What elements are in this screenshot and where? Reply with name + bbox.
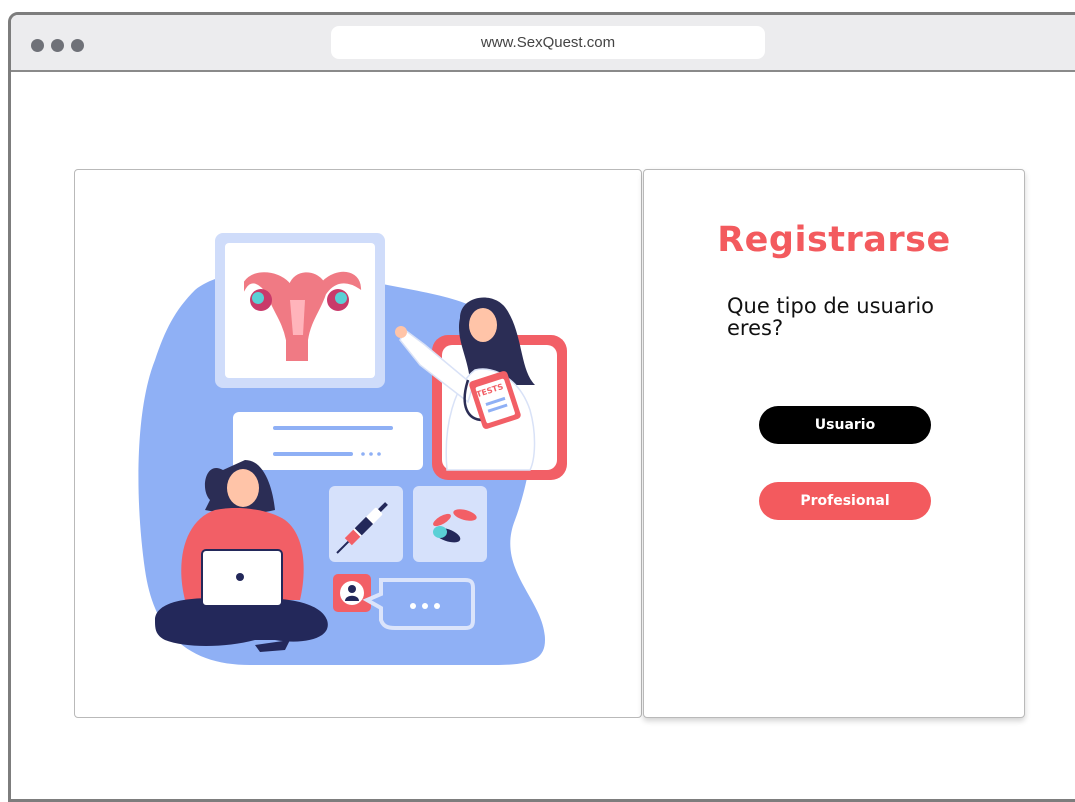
user-type-question: Que tipo de usuario eres? bbox=[727, 294, 935, 340]
url-text: www.SexQuest.com bbox=[480, 34, 616, 51]
browser-titlebar: www.SexQuest.com bbox=[11, 15, 1075, 72]
window-control-dot[interactable] bbox=[31, 39, 44, 52]
window-control-dot[interactable] bbox=[51, 39, 64, 52]
medical-illustration: TESTS bbox=[138, 233, 567, 665]
profesional-button[interactable]: Profesional bbox=[759, 482, 931, 520]
address-bar[interactable]: www.SexQuest.com bbox=[331, 26, 765, 59]
register-card: Registrarse Que tipo de usuario eres? Us… bbox=[643, 169, 1025, 718]
illustration-card: TESTS bbox=[74, 169, 642, 718]
message-panel bbox=[233, 412, 423, 470]
page-title: Registrarse bbox=[717, 220, 951, 260]
browser-window: www.SexQuest.com TESTS Registrarse Que t… bbox=[8, 12, 1075, 802]
window-control-dot[interactable] bbox=[71, 39, 84, 52]
usuario-button[interactable]: Usuario bbox=[759, 406, 931, 444]
pills-tile bbox=[413, 486, 487, 562]
